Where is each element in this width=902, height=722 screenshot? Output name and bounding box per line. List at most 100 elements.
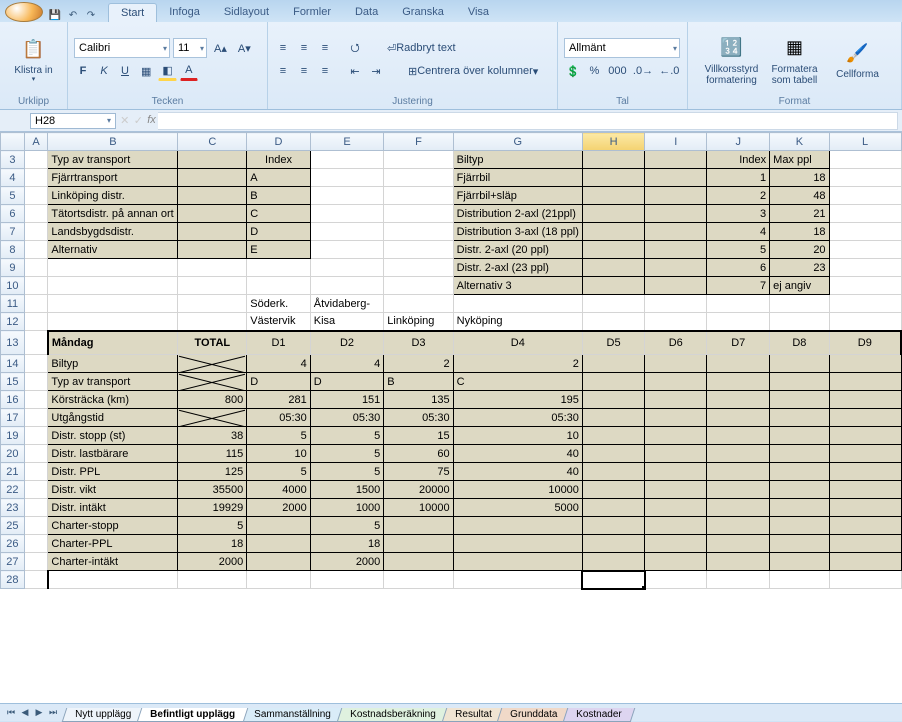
cell-K3[interactable]: Max ppl xyxy=(770,151,829,169)
select-all-corner[interactable] xyxy=(1,133,25,151)
cell-B11[interactable] xyxy=(48,295,178,313)
cell-B25[interactable]: Charter-stopp xyxy=(48,517,178,535)
cell-L20[interactable] xyxy=(829,445,901,463)
cell-F16[interactable]: 135 xyxy=(384,391,453,409)
cell-B4[interactable]: Fjärrtransport xyxy=(48,169,178,187)
cell-J13[interactable]: D7 xyxy=(707,331,770,355)
cell-F3[interactable] xyxy=(384,151,453,169)
cell-H12[interactable] xyxy=(582,313,644,331)
cell-G21[interactable]: 40 xyxy=(453,463,582,481)
cell-J20[interactable] xyxy=(707,445,770,463)
cell-D26[interactable] xyxy=(247,535,311,553)
cell-F17[interactable]: 05:30 xyxy=(384,409,453,427)
cell-D10[interactable] xyxy=(247,277,311,295)
cell-K12[interactable] xyxy=(770,313,829,331)
cell-G19[interactable]: 10 xyxy=(453,427,582,445)
row-header-8[interactable]: 8 xyxy=(1,241,25,259)
cell-E26[interactable]: 18 xyxy=(310,535,384,553)
ribbon-tab-visa[interactable]: Visa xyxy=(456,3,501,22)
cell-J26[interactable] xyxy=(707,535,770,553)
cell-E5[interactable] xyxy=(310,187,384,205)
cell-C8[interactable] xyxy=(178,241,247,259)
undo-icon[interactable]: ↶ xyxy=(66,8,80,22)
percent-icon[interactable]: % xyxy=(585,61,603,81)
cell-B12[interactable] xyxy=(48,313,178,331)
row-header-14[interactable]: 14 xyxy=(1,355,25,373)
cell-K27[interactable] xyxy=(770,553,829,571)
cell-L9[interactable] xyxy=(829,259,901,277)
sheet-tab-grunddata[interactable]: Grunddata xyxy=(497,708,571,722)
cell-B21[interactable]: Distr. PPL xyxy=(48,463,178,481)
cell-B16[interactable]: Körsträcka (km) xyxy=(48,391,178,409)
cell-L7[interactable] xyxy=(829,223,901,241)
cell-A6[interactable] xyxy=(24,205,48,223)
cell-D13[interactable]: D1 xyxy=(247,331,311,355)
cell-E6[interactable] xyxy=(310,205,384,223)
paste-button[interactable]: 📋 Klistra in▾ xyxy=(4,33,64,86)
cell-G4[interactable]: Fjärrbil xyxy=(453,169,582,187)
worksheet-grid[interactable]: ABCDEFGHIJKL3Typ av transportIndexBiltyp… xyxy=(0,132,902,703)
cell-D15[interactable]: D xyxy=(247,373,311,391)
align-top-icon[interactable]: ≡ xyxy=(274,38,292,58)
align-right-icon[interactable]: ≡ xyxy=(316,61,334,81)
align-center-icon[interactable]: ≡ xyxy=(295,61,313,81)
cell-C16[interactable]: 800 xyxy=(178,391,247,409)
cell-F11[interactable] xyxy=(384,295,453,313)
cell-L25[interactable] xyxy=(829,517,901,535)
cell-G13[interactable]: D4 xyxy=(453,331,582,355)
cell-B6[interactable]: Tätortsdistr. på annan ort xyxy=(48,205,178,223)
cell-F9[interactable] xyxy=(384,259,453,277)
cell-D11[interactable]: Söderk. xyxy=(247,295,311,313)
row-header-17[interactable]: 17 xyxy=(1,409,25,427)
currency-icon[interactable]: 💲 xyxy=(564,61,582,81)
fill-color-icon[interactable]: ◧ xyxy=(158,61,176,81)
sheet-nav-last-icon[interactable]: ⏭ xyxy=(46,707,60,718)
cell-H7[interactable] xyxy=(582,223,644,241)
shrink-font-icon[interactable]: A▾ xyxy=(234,38,255,58)
cell-K13[interactable]: D8 xyxy=(770,331,829,355)
cell-J9[interactable]: 6 xyxy=(707,259,770,277)
row-header-19[interactable]: 19 xyxy=(1,427,25,445)
cell-L8[interactable] xyxy=(829,241,901,259)
cell-A10[interactable] xyxy=(24,277,48,295)
cell-E22[interactable]: 1500 xyxy=(310,481,384,499)
row-header-22[interactable]: 22 xyxy=(1,481,25,499)
cell-A11[interactable] xyxy=(24,295,48,313)
font-size-combo[interactable]: 11 xyxy=(173,38,207,58)
cell-A16[interactable] xyxy=(24,391,48,409)
cell-H21[interactable] xyxy=(582,463,644,481)
cell-I8[interactable] xyxy=(645,241,707,259)
cell-D12[interactable]: Västervik xyxy=(247,313,311,331)
cell-E3[interactable] xyxy=(310,151,384,169)
cell-E12[interactable]: Kisa xyxy=(310,313,384,331)
cell-L11[interactable] xyxy=(829,295,901,313)
decrease-decimal-icon[interactable]: ←.0 xyxy=(658,61,681,81)
cell-C27[interactable]: 2000 xyxy=(178,553,247,571)
cell-E11[interactable]: Åtvidaberg- xyxy=(310,295,384,313)
cell-F4[interactable] xyxy=(384,169,453,187)
cell-I14[interactable] xyxy=(645,355,707,373)
name-box[interactable]: H28 xyxy=(30,113,116,129)
cell-H5[interactable] xyxy=(582,187,644,205)
wrap-text-button[interactable]: ⏎ Radbryt text xyxy=(380,38,463,58)
cell-E23[interactable]: 1000 xyxy=(310,499,384,517)
cell-D16[interactable]: 281 xyxy=(247,391,311,409)
cell-H19[interactable] xyxy=(582,427,644,445)
cell-L14[interactable] xyxy=(829,355,901,373)
bold-button[interactable]: F xyxy=(74,61,92,81)
sheet-tab-sammanställning[interactable]: Sammanställning xyxy=(241,708,344,722)
cancel-formula-icon[interactable]: ✕ xyxy=(120,114,129,127)
cell-G23[interactable]: 5000 xyxy=(453,499,582,517)
cell-E15[interactable]: D xyxy=(310,373,384,391)
cell-E7[interactable] xyxy=(310,223,384,241)
cell-L4[interactable] xyxy=(829,169,901,187)
sheet-tab-resultat[interactable]: Resultat xyxy=(441,708,504,722)
row-header-7[interactable]: 7 xyxy=(1,223,25,241)
cell-G20[interactable]: 40 xyxy=(453,445,582,463)
row-header-25[interactable]: 25 xyxy=(1,517,25,535)
cell-A20[interactable] xyxy=(24,445,48,463)
cell-A17[interactable] xyxy=(24,409,48,427)
cell-J12[interactable] xyxy=(707,313,770,331)
cell-C23[interactable]: 19929 xyxy=(178,499,247,517)
cell-K16[interactable] xyxy=(770,391,829,409)
